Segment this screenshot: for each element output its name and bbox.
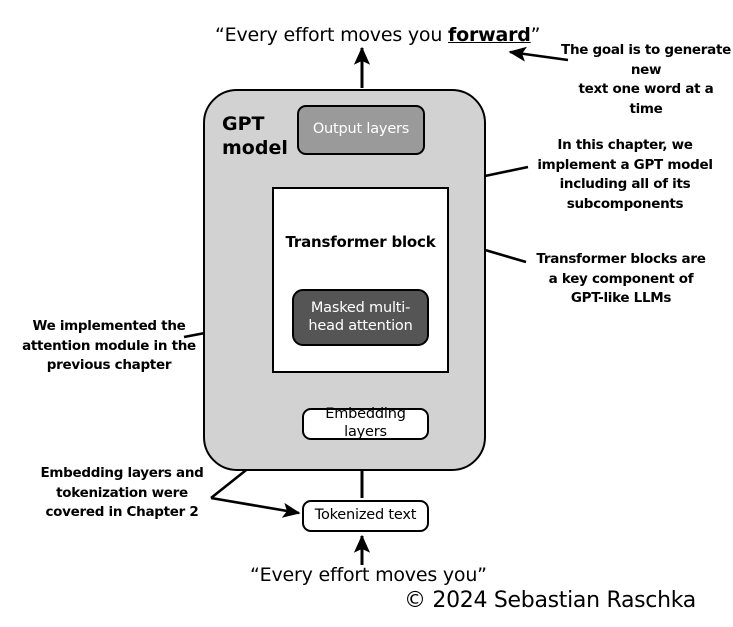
annotation-transformer-key-line1: Transformer blocks are (536, 251, 706, 267)
annotation-attention-prev-line2: attention module in the (22, 337, 196, 354)
annotation-embedding-ch2-line1: Embedding layers and (40, 465, 204, 481)
annotation-chapter-scope-line2: implement a GPT model (537, 156, 713, 173)
masked-attention-box: Masked multi-head attention (292, 289, 429, 346)
output-layers-box: Output layers (297, 105, 425, 155)
gpt-model-label-line1: GPT (222, 113, 265, 135)
annotation-goal-line2: text one word at a time (578, 81, 714, 118)
annotation-chapter-scope-line4: subcomponents (566, 196, 684, 213)
output-text-prefix: “Every effort moves you (215, 24, 449, 46)
annotation-chapter-scope: In this chapter, we implement a GPT mode… (530, 136, 720, 215)
annotation-embedding-ch2: Embedding layers and tokenization were c… (38, 464, 206, 523)
annotation-goal: The goal is to generate new text one wor… (560, 41, 732, 120)
tokenized-text-label: Tokenized text (314, 507, 417, 524)
annotation-chapter-scope-line3: including all of its (559, 176, 691, 193)
copyright-notice: © 2024 Sebastian Raschka (404, 588, 696, 613)
gpt-model-label-line2: model (222, 136, 288, 159)
transformer-block-label: Transformer block (285, 233, 436, 251)
annotation-transformer-key-line3: GPT-like LLMs (570, 290, 672, 307)
leader-embedding-ch2-down (210, 496, 301, 518)
annotation-attention-prev-line1: We implemented the (32, 318, 186, 334)
annotation-embedding-ch2-line3: covered in Chapter 2 (45, 504, 199, 521)
gpt-model-label: GPT model (222, 113, 288, 160)
output-layers-label: Output layers (312, 121, 410, 138)
diagram-canvas: “Every effort moves you forward” GPT mod… (0, 0, 733, 627)
annotation-chapter-scope-line1: In this chapter, we (557, 137, 693, 153)
masked-attention-label: Masked multi-head attention (308, 299, 413, 334)
embedding-layers-box: Embedding layers (302, 406, 429, 440)
embedding-layers-label: Embedding layers (325, 406, 406, 440)
output-text-suffix: ” (530, 24, 541, 46)
annotation-attention-prev-line3: previous chapter (46, 357, 172, 374)
output-text-quote: “Every effort moves you forward” (215, 24, 541, 46)
annotation-goal-line1: The goal is to generate new (561, 42, 731, 78)
annotation-transformer-key: Transformer blocks are a key component o… (528, 250, 714, 309)
annotation-attention-prev: We implemented the attention module in t… (20, 317, 198, 376)
annotation-embedding-ch2-line2: tokenization were (56, 484, 188, 501)
input-text-quote: “Every effort moves you” (250, 564, 487, 586)
output-text-emphasis: forward (448, 24, 531, 46)
tokenized-text-box: Tokenized text (302, 500, 429, 532)
annotation-transformer-key-line2: a key component of (548, 270, 694, 287)
